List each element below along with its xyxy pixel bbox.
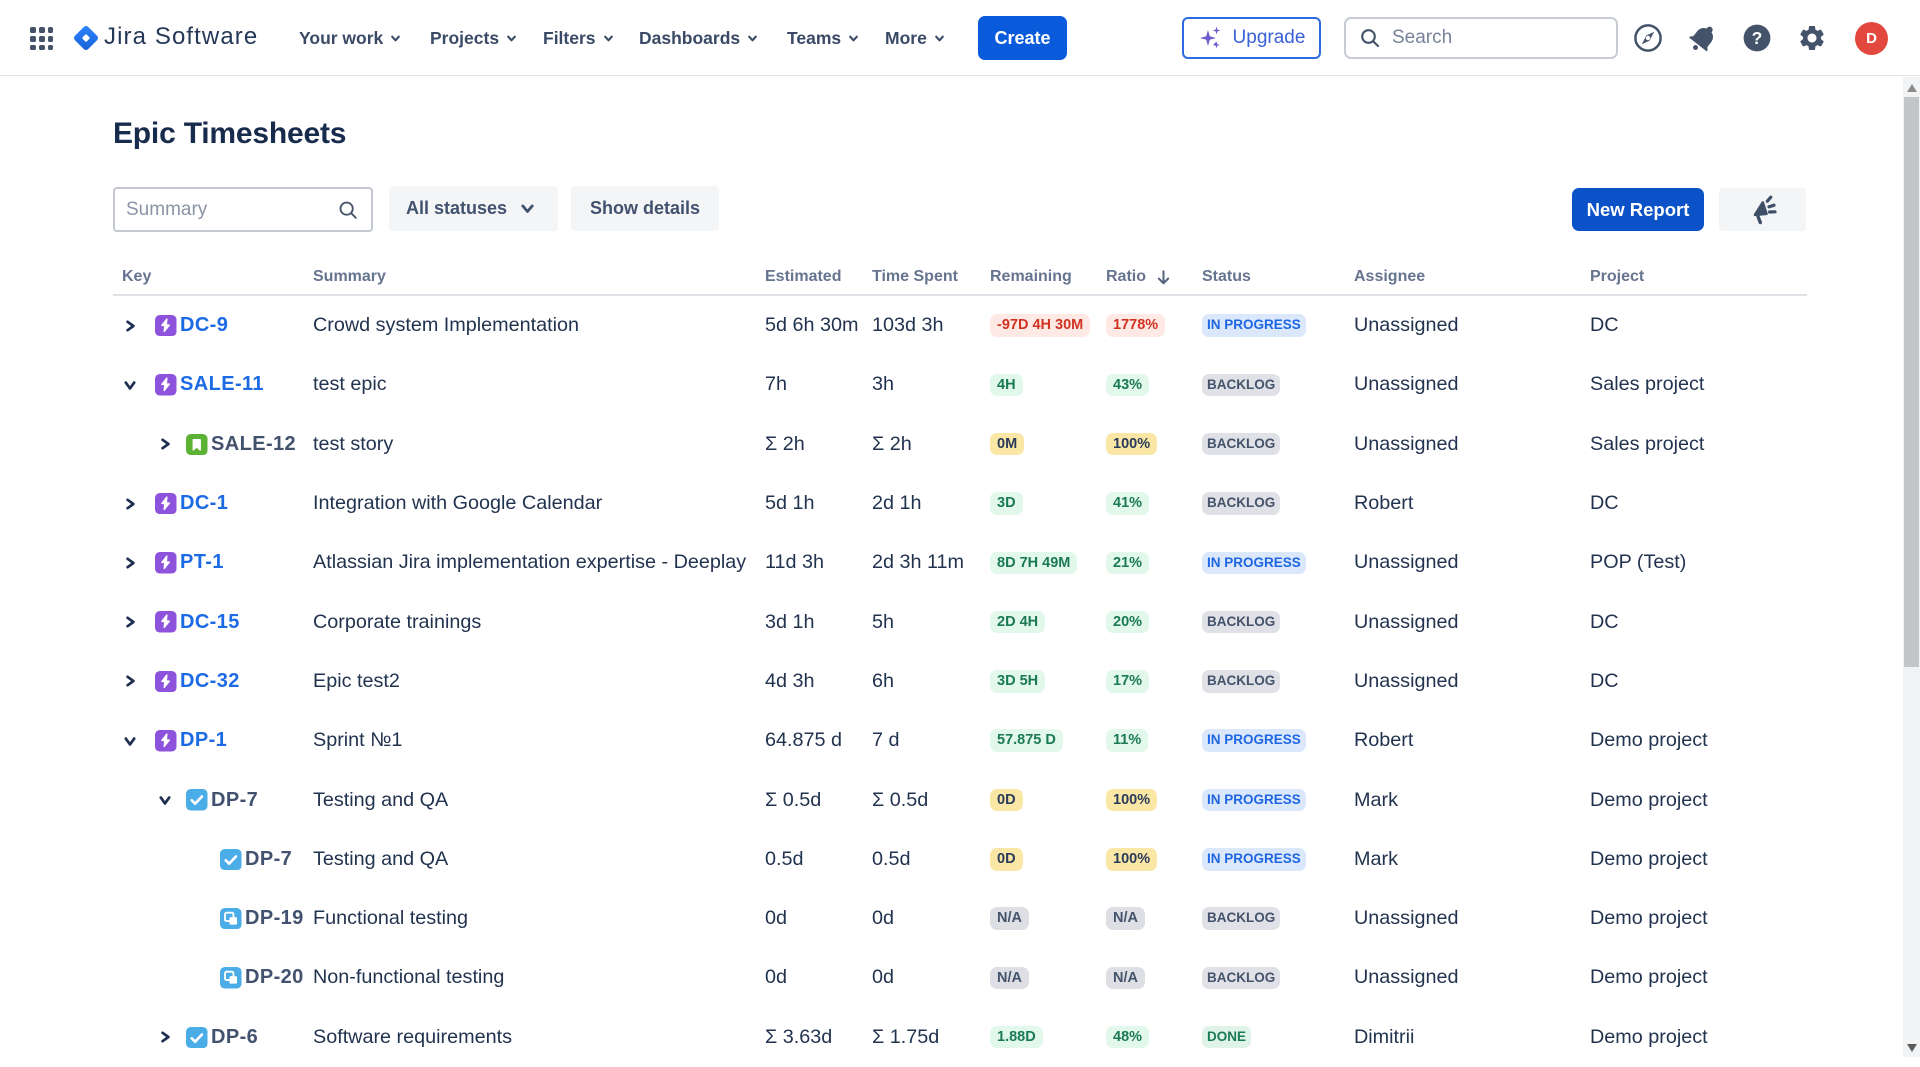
svg-text:?: ?	[1752, 28, 1763, 48]
